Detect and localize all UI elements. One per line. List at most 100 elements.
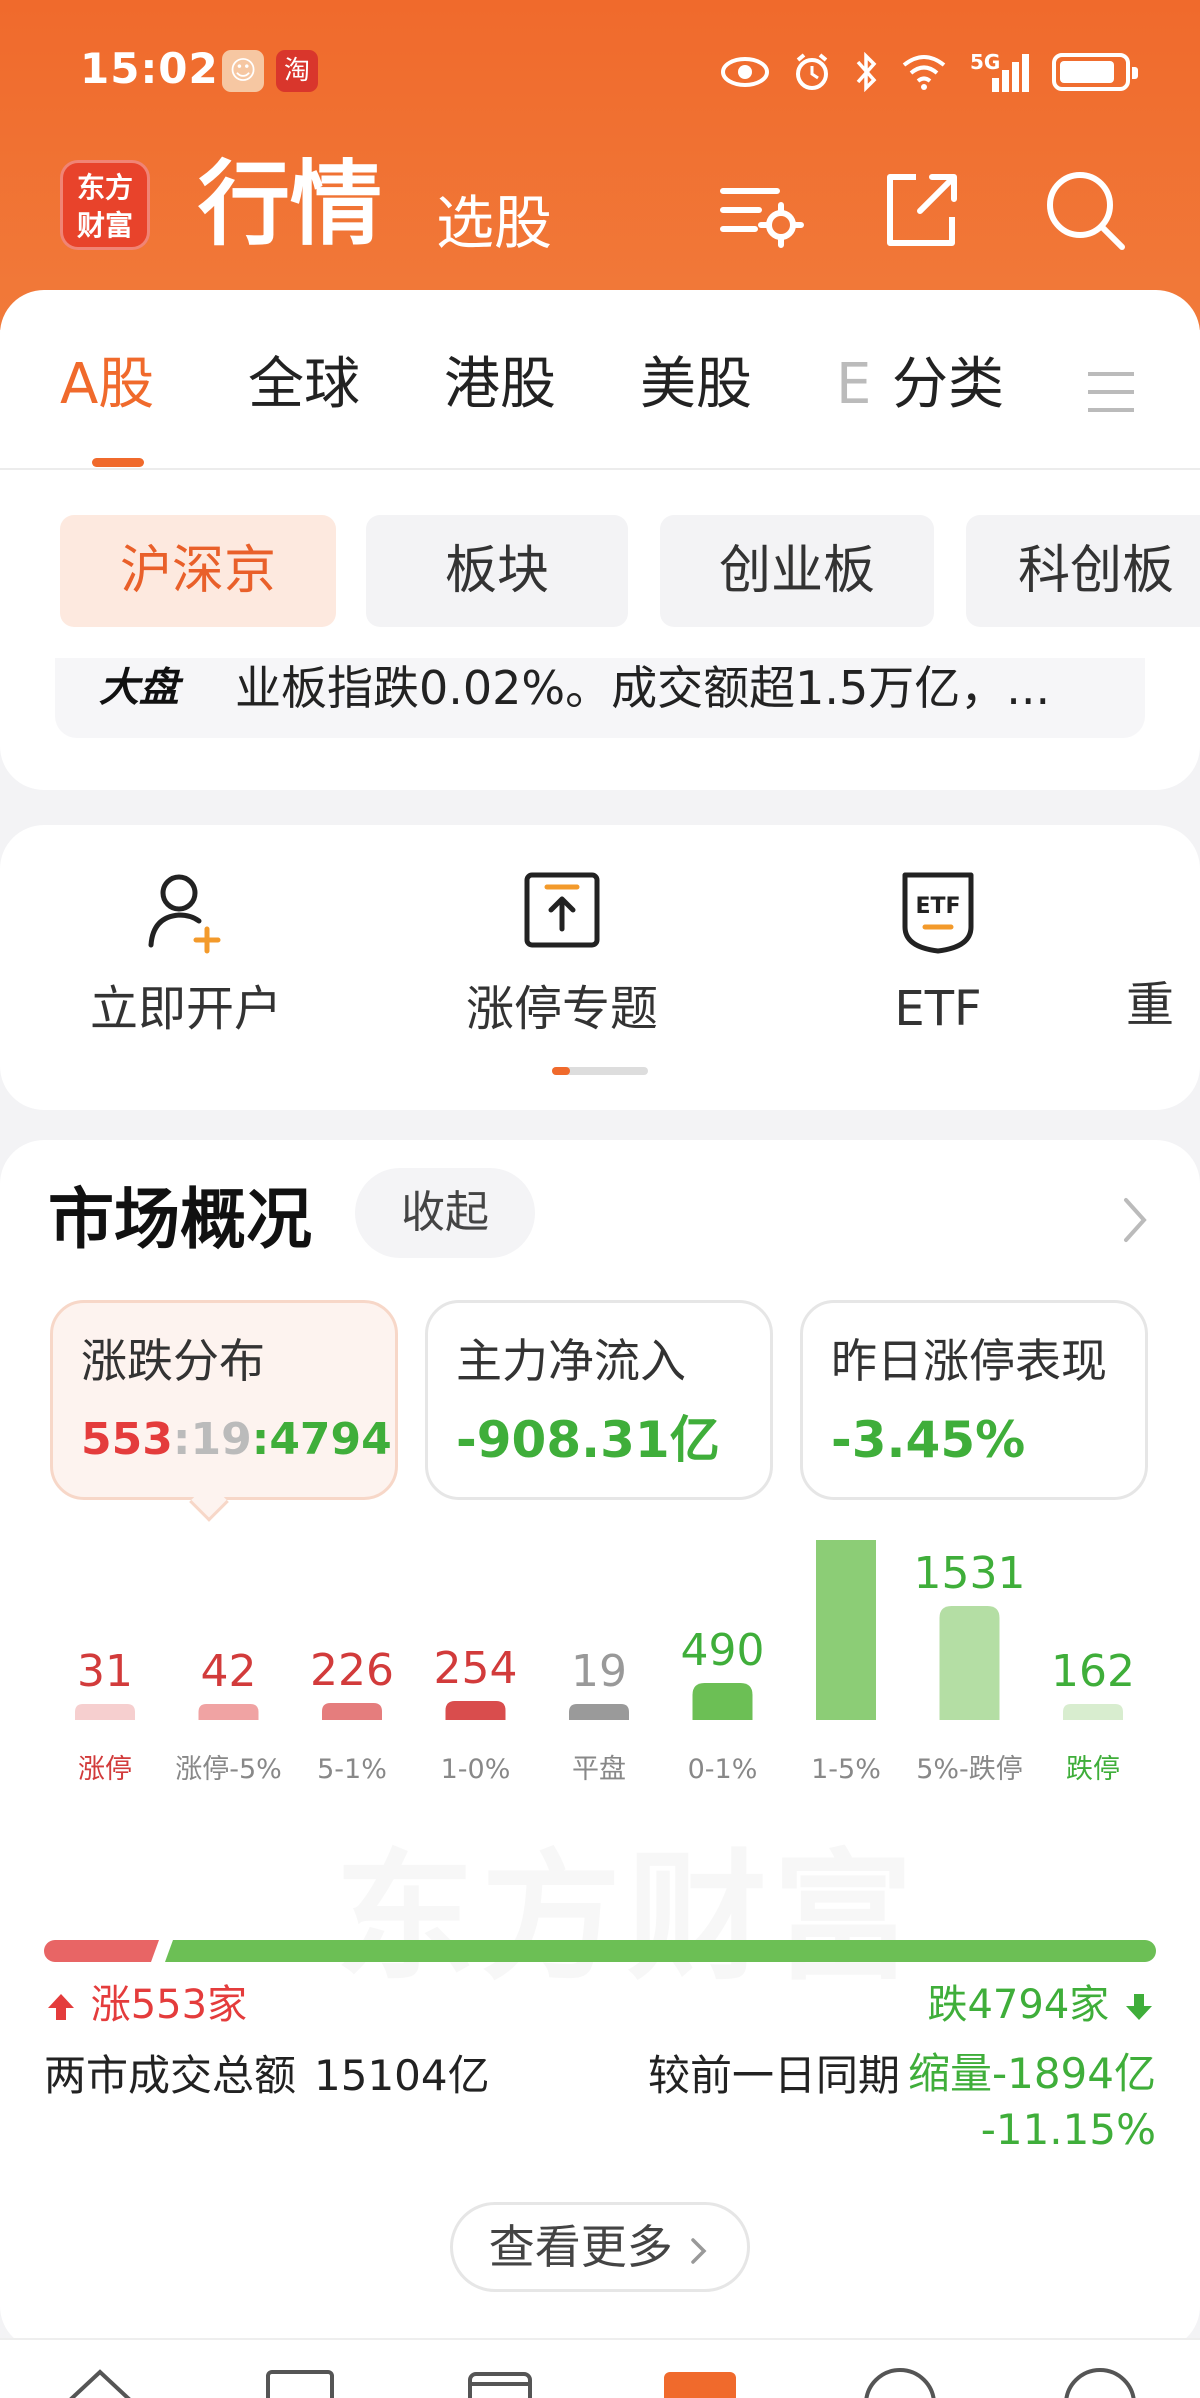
bottom-navigation xyxy=(0,2338,1200,2398)
news-tag: 大盘 xyxy=(99,665,179,711)
compare-value: 缩量-1894亿 -11.15% xyxy=(908,2046,1156,2158)
chevron-right-icon[interactable] xyxy=(1110,1190,1160,1250)
bar-category-label: 5%-跌停 xyxy=(916,1754,1023,1785)
tab-global[interactable]: 全球 xyxy=(248,330,360,440)
quick-actions-card: 立即开户 涨停专题 ETF ETF 重 xyxy=(0,825,1200,1110)
distribution-bar xyxy=(816,1540,876,1720)
flat-count: 19 xyxy=(190,1414,252,1465)
down-count-label: 跌4794家 xyxy=(927,1970,1156,2040)
partial-action[interactable]: 重 xyxy=(1126,865,1200,1035)
open-account-label: 立即开户 xyxy=(89,981,282,1037)
portfolio-icon[interactable] xyxy=(460,2360,540,2398)
tab-hk-stocks[interactable]: 港股 xyxy=(444,330,556,440)
bar-category-label: 平盘 xyxy=(572,1754,626,1785)
stat-label: 昨日涨停表现 xyxy=(831,1334,1107,1388)
distribution-bar xyxy=(1063,1704,1123,1720)
svg-text:ETF: ETF xyxy=(915,894,960,919)
collapse-button[interactable]: 收起 xyxy=(355,1168,535,1258)
distribution-bar xyxy=(198,1704,259,1720)
bar-category-label: 涨停 xyxy=(78,1754,132,1785)
up-down-ratio-bar xyxy=(44,1940,1156,1962)
bar-value-label: 226 xyxy=(310,1645,394,1696)
stat-main-net-inflow[interactable]: 主力净流入 -908.31亿 xyxy=(425,1300,773,1500)
distribution-chart: 东方财富 31涨停42涨停-5%2265-1%2541-0%19平盘4900-1… xyxy=(0,1540,1200,2040)
partial-action-label: 重 xyxy=(1126,977,1175,1033)
watchlist-icon[interactable] xyxy=(260,2360,340,2398)
view-more-button[interactable]: 查看更多 xyxy=(450,2202,750,2292)
bar-value-label: 490 xyxy=(681,1625,765,1676)
stat-value: -908.31亿 xyxy=(456,1411,720,1469)
market-nav-icon[interactable] xyxy=(660,2360,740,2398)
up-count-label: 涨553家 xyxy=(44,1970,247,2040)
limit-up-topic-action[interactable]: 涨停专题 xyxy=(432,865,692,1039)
segment-sectors[interactable]: 板块 xyxy=(366,515,628,627)
bar-value-label: 254 xyxy=(434,1643,518,1694)
status-time: 15:02 xyxy=(80,44,219,93)
actions-scroll-indicator xyxy=(552,1067,648,1075)
ratio-up-segment xyxy=(44,1940,159,1962)
market-overview-card: 市场概况 收起 涨跌分布 553:19:4794 主力净流入 -908.31亿 … xyxy=(0,1140,1200,2350)
turnover-label: 两市成交总额 xyxy=(44,2051,297,2100)
limit-up-topic-label: 涨停专题 xyxy=(465,981,658,1037)
bar-category-label: 1-0% xyxy=(441,1754,511,1785)
bar-value-label: 31 xyxy=(77,1646,133,1697)
chevron-right-icon xyxy=(691,2237,707,2264)
settings-list-icon[interactable] xyxy=(715,165,805,255)
profile-icon[interactable] xyxy=(1060,2360,1140,2398)
title-row: 东方 财富 行情 选股 xyxy=(0,145,1200,295)
up-down-ratio-labels: 涨553家 跌4794家 xyxy=(44,1970,1156,2040)
market-tabs-card: A股 全球 港股 美股 E 分类 沪深京 板块 创业板 科创板 大盘 业板指跌0… xyxy=(0,290,1200,790)
bar-value-label: 162 xyxy=(1051,1646,1135,1697)
active-tab-indicator xyxy=(92,458,144,467)
battery-icon xyxy=(1052,53,1138,91)
network-type: 5G xyxy=(970,50,1001,74)
tab-divider xyxy=(0,468,1200,470)
status-icons: 5G xyxy=(720,48,1138,96)
segment-chinext[interactable]: 创业板 xyxy=(660,515,934,627)
stat-label: 涨跌分布 xyxy=(81,1334,265,1388)
bar-category-label: 涨停-5% xyxy=(175,1754,282,1785)
open-account-action[interactable]: 立即开户 xyxy=(56,865,316,1039)
bar-category-label: 0-1% xyxy=(688,1754,758,1785)
stat-up-down-distribution[interactable]: 涨跌分布 553:19:4794 xyxy=(50,1300,398,1500)
compare-volume: 缩量-1894亿 xyxy=(907,2049,1156,2098)
turnover-row: 两市成交总额 15104亿 较前一日同期 缩量-1894亿 -11.15% xyxy=(44,2046,1156,2176)
signal-icon: 5G xyxy=(970,50,1030,92)
trade-icon[interactable] xyxy=(860,2360,940,2398)
distribution-chart-svg: 31涨停42涨停-5%2265-1%2541-0%19平盘4900-1%2611… xyxy=(75,1540,1135,1785)
distribution-bar xyxy=(322,1703,382,1720)
view-more-label: 查看更多 xyxy=(488,2220,673,2274)
market-news-ticker[interactable]: 大盘 业板指跌0.02%。成交额超1.5万亿，... xyxy=(55,658,1145,738)
status-bar: 15:02 ☺ 淘 5G xyxy=(0,0,1200,145)
search-icon[interactable] xyxy=(1040,165,1130,255)
app-logo[interactable]: 东方 财富 xyxy=(60,160,150,250)
compare-percent: -11.15% xyxy=(980,2105,1156,2154)
segment-sh-sz-bj[interactable]: 沪深京 xyxy=(60,515,336,627)
segment-star-market[interactable]: 科创板 xyxy=(966,515,1200,627)
etf-label: ETF xyxy=(894,981,982,1037)
down-count: 4794 xyxy=(269,1414,392,1465)
logo-text-bottom: 财富 xyxy=(76,209,133,242)
tab-us-stocks[interactable]: 美股 xyxy=(640,330,752,440)
bar-category-label: 5-1% xyxy=(317,1754,387,1785)
tab-a-shares[interactable]: A股 xyxy=(60,330,154,440)
stat-yesterday-limit-up[interactable]: 昨日涨停表现 -3.45% xyxy=(800,1300,1148,1500)
distribution-bar xyxy=(75,1704,135,1720)
etf-action[interactable]: ETF ETF xyxy=(808,865,1068,1039)
bluetooth-icon xyxy=(856,52,877,92)
bar-category-label: 1-5% xyxy=(811,1754,881,1785)
tab-categories[interactable]: 分类 xyxy=(892,330,1004,440)
distribution-bar xyxy=(569,1704,629,1720)
share-icon[interactable] xyxy=(876,165,966,255)
distribution-bar xyxy=(692,1683,753,1720)
arrow-up-icon xyxy=(48,1994,74,2020)
bar-category-label: 跌停 xyxy=(1066,1754,1120,1785)
app-header: 15:02 ☺ 淘 5G 东方 财富 行情 选股 xyxy=(0,0,1200,330)
tab-partial[interactable]: E xyxy=(836,330,871,440)
stat-value: 553:19:4794 xyxy=(81,1414,392,1465)
menu-icon[interactable] xyxy=(1086,370,1136,414)
logo-text-top: 东方 xyxy=(76,171,133,204)
home-icon[interactable] xyxy=(60,2360,140,2398)
market-overview-title: 市场概况 xyxy=(48,1181,312,1258)
stock-picker-link[interactable]: 选股 xyxy=(436,183,552,263)
